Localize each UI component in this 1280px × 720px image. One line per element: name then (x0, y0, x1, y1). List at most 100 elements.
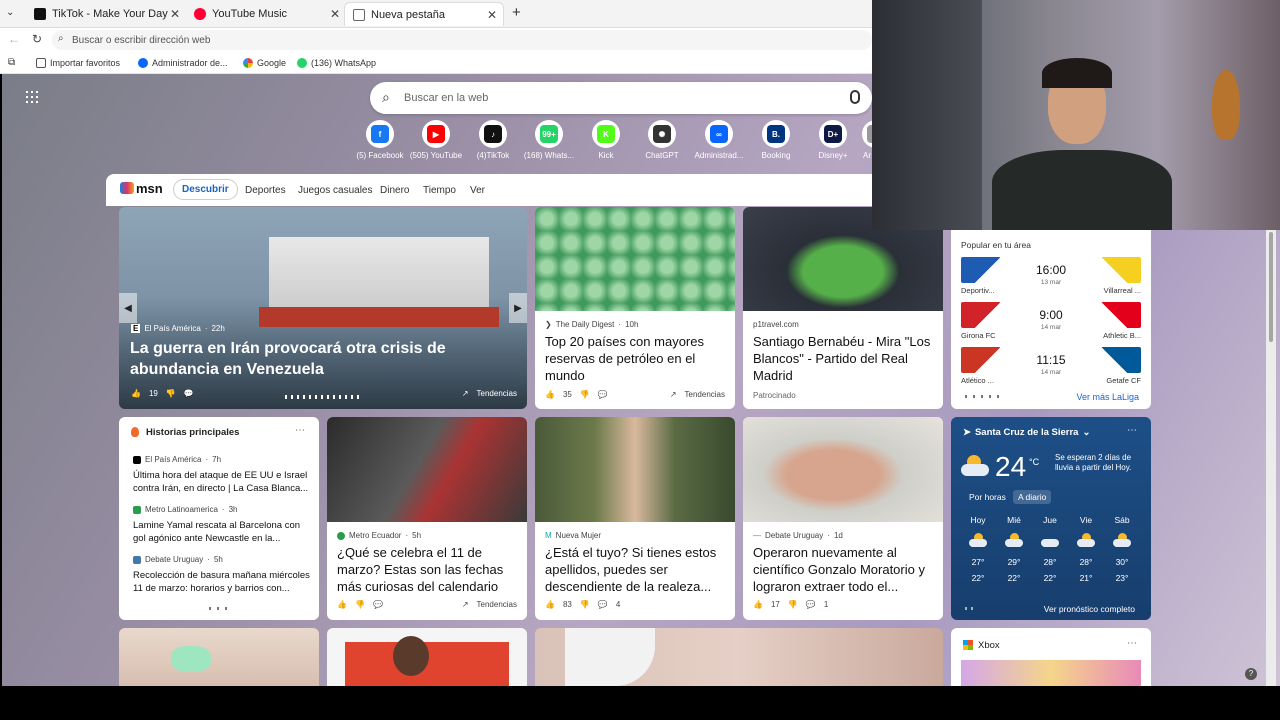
more-laliga-link[interactable]: Ver más LaLiga (1076, 392, 1139, 402)
tab-new-tab[interactable]: Nueva pestaña ✕ (344, 2, 504, 26)
quick-link[interactable]: ♪ (4)TikTok (465, 120, 521, 160)
xbox-widget[interactable]: Xbox ⋯ (951, 628, 1151, 686)
favorite-whatsapp[interactable]: (136) WhatsApp (297, 57, 376, 68)
apps-grid-icon[interactable] (26, 91, 38, 103)
comment-icon[interactable]: 💬 (598, 600, 608, 609)
trending-tag: ↗ Tendencias (462, 389, 517, 398)
tiktok-icon (34, 8, 46, 20)
comment-icon[interactable]: 💬 (806, 600, 816, 609)
more-options-icon[interactable]: ⋯ (1127, 425, 1137, 436)
forecast-day[interactable]: Vie 28° 21° (1071, 515, 1101, 583)
comment-icon[interactable]: 💬 (184, 389, 194, 398)
away-team-crest-icon (1101, 302, 1141, 328)
tab-ver[interactable]: Ver (470, 185, 485, 196)
quick-link[interactable]: f (5) Facebook (352, 120, 408, 160)
tab-actions-icon[interactable]: ⧉ (8, 57, 15, 68)
dislike-icon[interactable]: 👎 (788, 600, 798, 609)
rain-icon (1041, 535, 1059, 547)
temp-unit[interactable]: °C (1029, 457, 1039, 467)
quick-link-tile: ♪ (479, 120, 507, 148)
top-story-item[interactable]: Debate Uruguay · 5h Recolección de basura m… (133, 553, 313, 595)
article-card[interactable]: — Debate Uruguay · 1d Operaron nuevamente a… (743, 417, 943, 620)
like-icon[interactable]: 👍 (545, 600, 555, 609)
carousel-prev-icon[interactable]: ◀ (119, 293, 137, 323)
refresh-icon[interactable]: ↻ (32, 32, 42, 46)
article-card[interactable]: Metro Ecuador · 5h ¿Qué se celebra el 11 d… (327, 417, 527, 620)
like-icon[interactable]: 👍 (545, 390, 555, 399)
weather-location[interactable]: ➤ Santa Cruz de la Sierra ⌄ (963, 427, 1090, 438)
close-icon[interactable]: ✕ (330, 7, 340, 21)
article-card[interactable]: M Nueva Mujer ¿Está el tuyo? Si tienes es… (535, 417, 735, 620)
quick-link[interactable]: D+ Disney+ (805, 120, 861, 160)
new-tab-plus-icon[interactable]: + (512, 4, 521, 21)
quick-link[interactable]: B. Booking (748, 120, 804, 160)
close-icon[interactable]: ✕ (487, 8, 497, 22)
day-label: Hoy (970, 515, 986, 525)
rain-alert[interactable]: Se esperan 2 días de lluvia a partir del… (1055, 453, 1141, 473)
quick-link[interactable]: 99+ (168) Whats... (521, 120, 577, 160)
more-options-icon[interactable]: ⋯ (295, 425, 305, 436)
hero-article-card[interactable]: ◀ ▶ E El País América · 22h La guerra en Ir… (119, 207, 527, 409)
quick-link[interactable]: K Kick (578, 120, 634, 160)
web-search-input[interactable]: ⌕ Buscar en la web (370, 82, 872, 114)
favorite-import[interactable]: Importar favoritos (36, 57, 120, 68)
tab-daily[interactable]: A diario (1013, 490, 1052, 504)
tab-deportes[interactable]: Deportes (245, 185, 286, 196)
dislike-icon[interactable]: 👎 (355, 600, 365, 609)
forecast-day[interactable]: Sáb 30° 23° (1107, 515, 1137, 583)
back-icon[interactable]: ← (8, 32, 20, 46)
weather-widget[interactable]: ➤ Santa Cruz de la Sierra ⌄ ⋯ 24 °C Se esp… (951, 417, 1151, 620)
tab-hourly[interactable]: Por horas (969, 492, 1006, 502)
match-row[interactable]: Deportiv... 16:00 13 mar Villarreal ... (961, 257, 1141, 297)
quick-link[interactable]: ▶ (505) YouTube (408, 120, 464, 160)
sponsored-card[interactable]: p1travel.com Santiago Bernabéu - Mira "L… (743, 207, 943, 409)
more-options-icon[interactable]: ⋯ (1127, 638, 1137, 649)
msn-logo[interactable]: msn (136, 181, 163, 196)
tab-tiktok[interactable]: TikTok - Make Your Day ✕ (26, 2, 186, 26)
comment-icon[interactable]: 💬 (373, 600, 383, 609)
tab-dinero[interactable]: Dinero (380, 185, 409, 196)
article-card[interactable]: ❯ The Daily Digest · 10h Top 20 países con … (535, 207, 735, 409)
day-label: Vie (1079, 515, 1093, 525)
like-icon[interactable]: 👍 (131, 389, 141, 398)
article-card[interactable] (327, 628, 527, 686)
like-icon[interactable]: 👍 (753, 600, 763, 609)
top-story-item[interactable]: El País América · 7h Última hora del ataque… (133, 453, 313, 495)
dislike-icon[interactable]: 👎 (166, 389, 176, 398)
forecast-day[interactable]: Jue 28° 22° (1035, 515, 1065, 583)
forecast-day[interactable]: Hoy 27° 22° (963, 515, 993, 583)
full-forecast-link[interactable]: Ver pronóstico completo (1044, 604, 1135, 614)
dislike-icon[interactable]: 👎 (580, 600, 590, 609)
top-story-item[interactable]: Metro Latinoamerica · 3h Lamine Yamal resca… (133, 503, 313, 545)
tab-youtube-music[interactable]: YouTube Music ✕ (186, 2, 346, 26)
tab-juegos-casuales[interactable]: Juegos casuales (298, 185, 373, 196)
scrollbar-thumb[interactable] (1269, 232, 1273, 342)
tab-bar: ⌄ TikTok - Make Your Day ✕ YouTube Music… (0, 0, 872, 28)
microphone-icon[interactable] (850, 90, 860, 104)
quick-link[interactable]: Ar (862, 120, 872, 160)
quick-link[interactable]: ∞ Administrad... (691, 120, 747, 160)
tab-tiempo[interactable]: Tiempo (423, 185, 456, 196)
comment-icon[interactable]: 💬 (598, 390, 608, 399)
match-row[interactable]: Girona FC 9:00 14 mar Athletic B... (961, 302, 1141, 342)
quick-link[interactable]: ✺ ChatGPT (634, 120, 690, 160)
flame-icon (131, 427, 139, 437)
favorite-google[interactable]: Google (243, 57, 286, 68)
article-card[interactable] (119, 628, 319, 686)
address-bar[interactable]: ⌕ Buscar o escribir dirección web (52, 30, 872, 50)
like-icon[interactable]: 👍 (337, 600, 347, 609)
favorite-admin[interactable]: Administrador de... (138, 57, 228, 68)
article-source: Metro Ecuador · 5h (337, 531, 421, 540)
article-card[interactable] (535, 628, 943, 686)
new-tab-icon (353, 8, 365, 21)
tab-descubrir[interactable]: Descubrir (173, 179, 238, 200)
high-temp: 28° (1079, 557, 1093, 567)
help-icon[interactable]: ? (1245, 668, 1257, 680)
tab-list-chevron-icon[interactable]: ⌄ (6, 7, 14, 18)
dislike-icon[interactable]: 👎 (580, 390, 590, 399)
carousel-next-icon[interactable]: ▶ (509, 293, 527, 323)
page-scrollbar[interactable] (1266, 230, 1276, 686)
match-row[interactable]: Atlético ... 11:15 14 mar Getafe CF (961, 347, 1141, 387)
forecast-day[interactable]: Mié 29° 22° (999, 515, 1029, 583)
close-icon[interactable]: ✕ (170, 7, 180, 21)
